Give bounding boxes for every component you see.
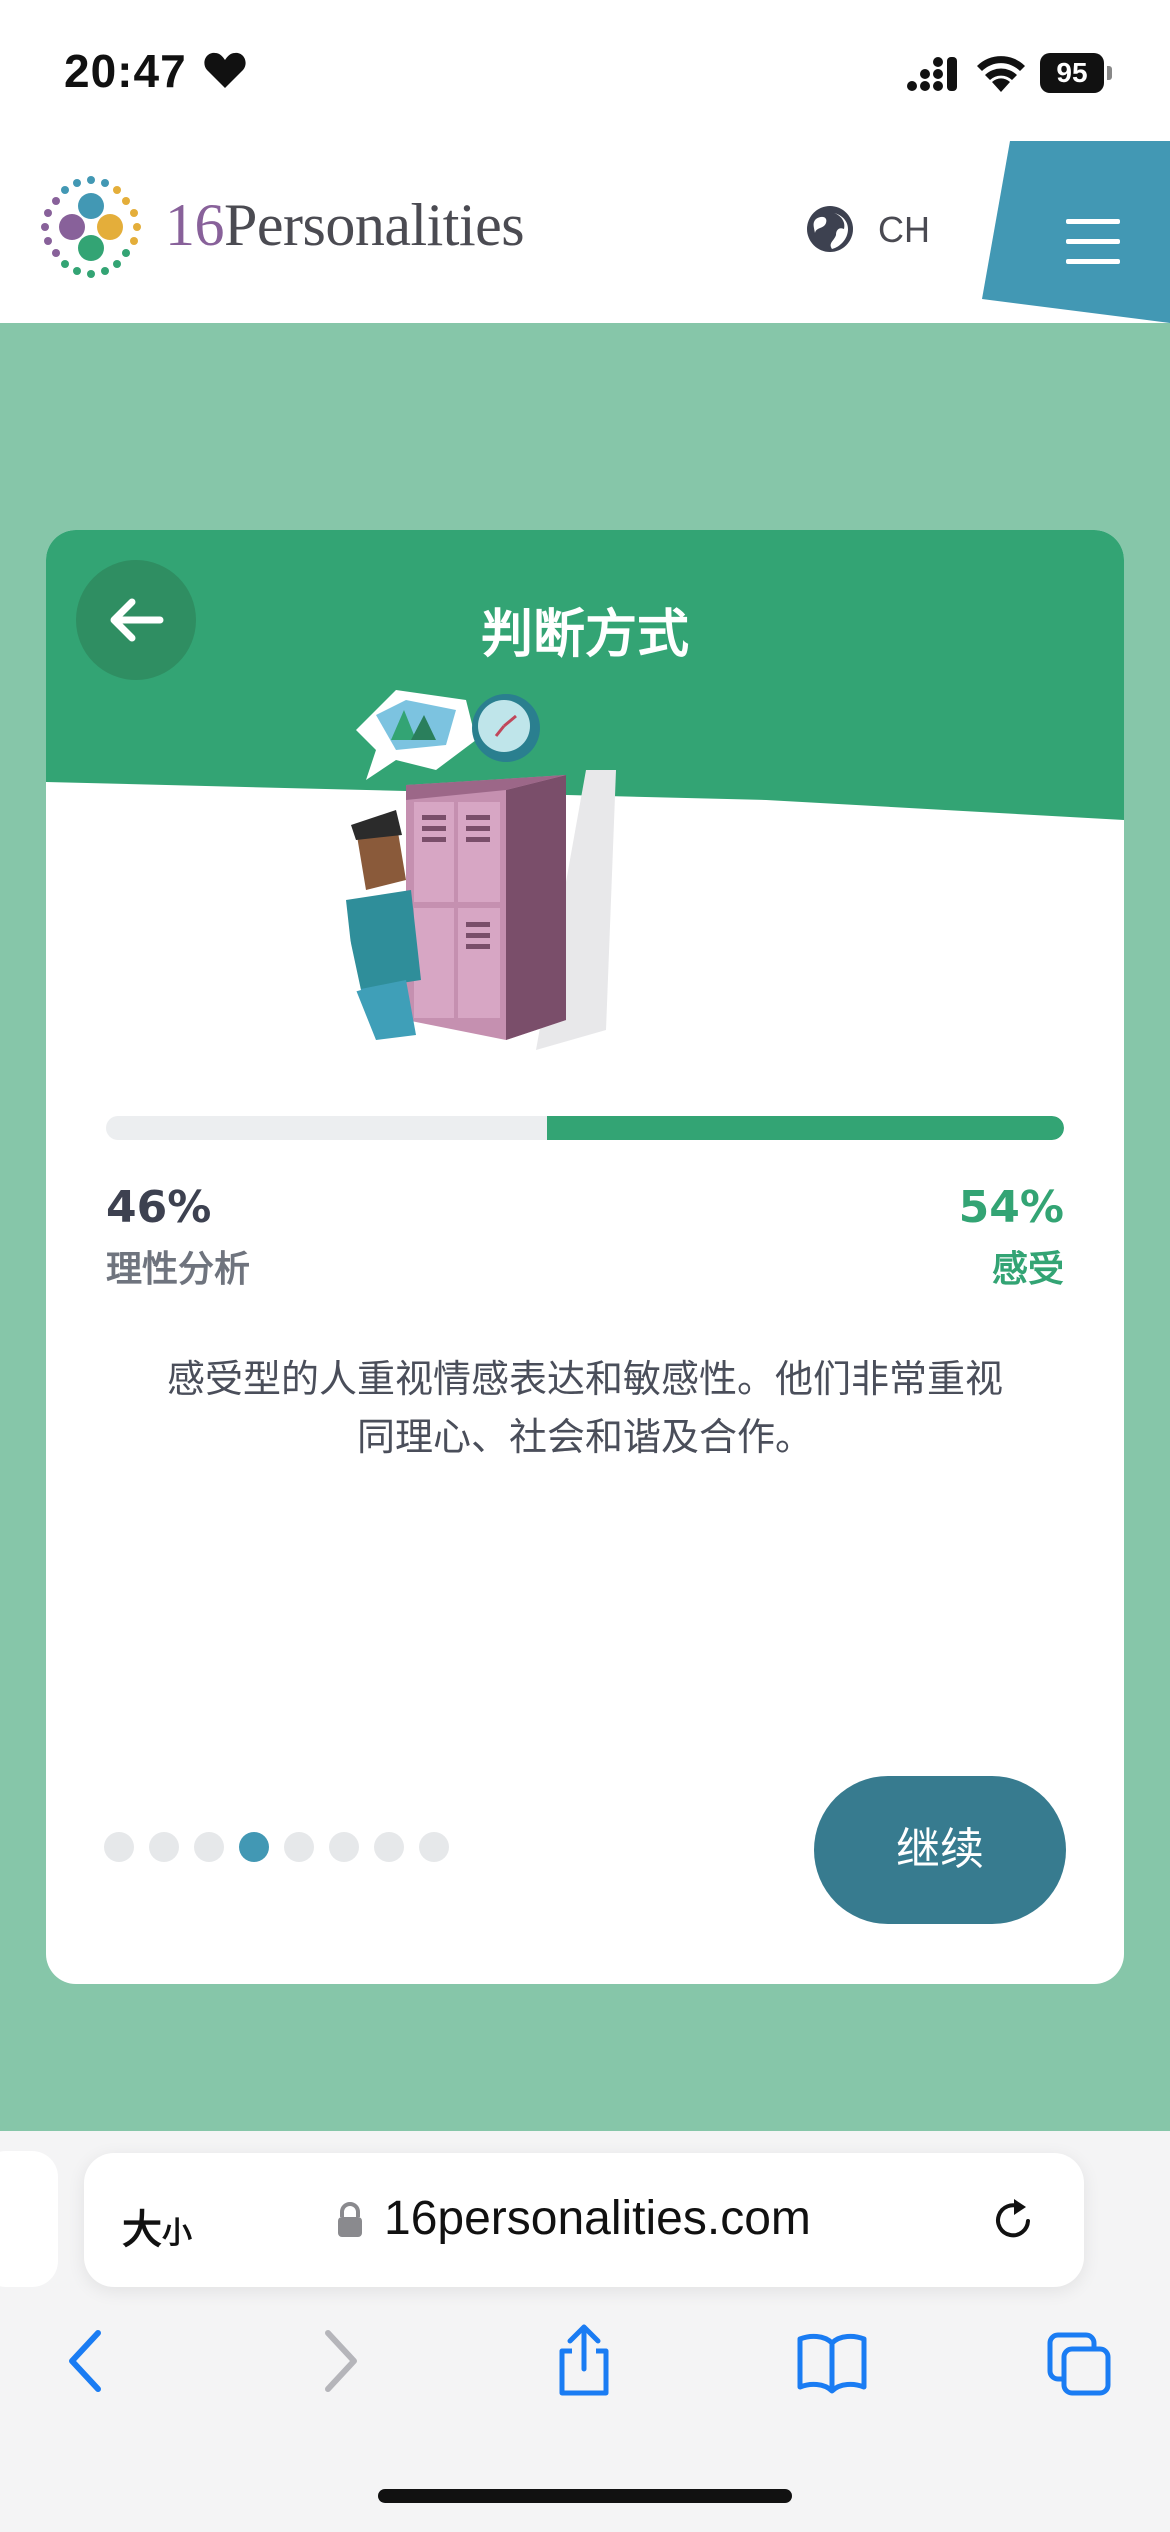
illustration-characters-lockers [336, 690, 616, 1050]
logo-number: 16 [165, 192, 225, 258]
url-text[interactable]: 16personalities.com [384, 2191, 811, 2246]
right-trait-percent: 54% [958, 1182, 1064, 1233]
back-chevron-icon[interactable] [52, 2321, 124, 2401]
pagination-dot [329, 1832, 359, 1862]
text-size-big: 大 [122, 2207, 162, 2253]
tabs-icon[interactable] [1044, 2321, 1116, 2401]
result-card: 判断方式 46% 理性分析 54% 感受 感受型的人重视情感表达和敏感性。他们非… [46, 530, 1124, 1984]
text-size-small: 小 [162, 2216, 192, 2251]
trait-progress-fill [546, 1116, 1064, 1140]
home-indicator [378, 2489, 792, 2503]
status-bar: 20:47 95 [0, 0, 1170, 145]
battery-icon: 95 [1040, 53, 1112, 93]
site-header: 16Personalities CH [0, 141, 1170, 323]
reload-icon[interactable] [990, 2197, 1036, 2243]
bookmarks-icon[interactable] [796, 2321, 868, 2401]
forward-chevron-icon[interactable] [302, 2321, 374, 2401]
wifi-icon [977, 56, 1025, 92]
pagination-dot [374, 1832, 404, 1862]
continue-button[interactable]: 继续 [814, 1776, 1066, 1924]
globe-icon[interactable] [806, 205, 854, 253]
menu-button-shape [982, 141, 1170, 323]
text-size-button[interactable]: 大小 [122, 2197, 192, 2255]
trait-description-line: 感受型的人重视情感表达和敏感性。他们非常重视 [166, 1357, 1003, 1401]
pagination-dot [419, 1832, 449, 1862]
pagination-dot [149, 1832, 179, 1862]
lock-icon [338, 2202, 362, 2237]
language-selector[interactable]: CH [878, 209, 930, 251]
trait-description: 感受型的人重视情感表达和敏感性。他们非常重视 同理心、社会和谐及合作。 [116, 1350, 1054, 1466]
pagination-dots [104, 1832, 449, 1862]
pagination-dot [104, 1832, 134, 1862]
menu-button[interactable] [982, 141, 1170, 323]
browser-toolbar: 大小 16personalities.com [0, 2131, 1170, 2532]
pagination-dot [284, 1832, 314, 1862]
hamburger-line [1066, 259, 1120, 264]
status-time: 20:47 [64, 45, 187, 97]
address-bar[interactable]: 大小 16personalities.com [84, 2153, 1084, 2287]
battery-level: 95 [1040, 53, 1104, 93]
hamburger-menu-icon [1066, 219, 1120, 224]
left-trait-percent: 46% [106, 1182, 212, 1233]
heart-icon [204, 52, 246, 88]
trait-progress-bar [106, 1116, 1064, 1140]
logo-dots-icon[interactable] [34, 170, 148, 284]
card-title: 判断方式 [480, 605, 689, 665]
trait-description-line: 同理心、社会和谐及合作。 [356, 1415, 813, 1459]
pagination-dot [239, 1832, 269, 1862]
left-trait-label: 理性分析 [106, 1249, 251, 1290]
signal-icon [907, 57, 957, 91]
share-icon[interactable] [548, 2321, 620, 2401]
pagination-dot [194, 1832, 224, 1862]
previous-tab-preview[interactable] [0, 2151, 58, 2287]
right-trait-label: 感受 [991, 1249, 1064, 1290]
battery-tip [1107, 66, 1112, 80]
site-logo[interactable]: 16Personalities [165, 191, 525, 260]
logo-word: Personalities [224, 192, 525, 258]
hamburger-line [1066, 239, 1120, 244]
